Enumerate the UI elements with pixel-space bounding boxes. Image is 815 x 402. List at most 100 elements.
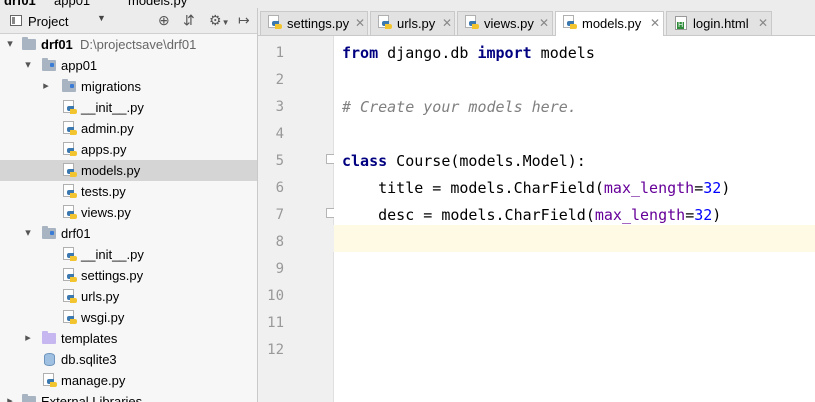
tree-item-label: models.py <box>81 163 141 178</box>
scroll-from-source-icon[interactable]: ⊕ <box>158 12 170 29</box>
library-icon <box>22 394 36 402</box>
python-file-icon <box>378 15 392 31</box>
tree-item-label: views.py <box>81 205 131 220</box>
python-file-icon <box>63 289 77 305</box>
tree-item-label: __init__.py <box>81 100 144 115</box>
project-panel: Project ▼ ⊕ ⇵ ⚙▼ ↦ ▾ drf01 D:\projectsav… <box>0 8 258 402</box>
line-number: 12 <box>267 342 284 358</box>
python-file-icon <box>63 268 77 284</box>
package-folder-icon <box>42 226 56 239</box>
line-number: 1 <box>275 45 284 61</box>
python-file-icon <box>63 100 77 116</box>
code-text: title = models.CharField( <box>342 179 604 197</box>
tree-item-label: migrations <box>81 79 141 94</box>
close-icon[interactable]: ✕ <box>539 16 549 30</box>
gear-icon[interactable]: ⚙▼ <box>209 12 229 29</box>
collapse-arrow-icon[interactable]: ▸ <box>41 79 51 92</box>
tree-item-label: templates <box>61 331 118 346</box>
close-icon[interactable]: ✕ <box>442 16 452 30</box>
parameter-name: max_length <box>603 179 695 197</box>
html-file-icon <box>675 16 687 30</box>
number-literal: 32 <box>703 179 722 197</box>
code-line-3[interactable]: # Create your models here. <box>342 98 577 116</box>
tab-settings-py[interactable]: settings.py ✕ <box>260 11 368 35</box>
python-file-icon <box>268 15 282 31</box>
python-file-icon <box>43 373 57 389</box>
line-number-gutter[interactable]: 1 2 3 4 5 6 7 8 9 10 11 12 <box>258 36 336 402</box>
tree-item-admin-py[interactable]: admin.py <box>0 118 257 139</box>
code-text: models <box>531 44 595 62</box>
tree-item-wsgi-py[interactable]: wsgi.py <box>0 307 257 328</box>
line-number: 5 <box>275 153 284 169</box>
code-line-6[interactable]: title = models.CharField(max_length=32) <box>342 179 730 197</box>
tree-item-external-libraries[interactable]: ▸ External Libraries <box>0 391 257 402</box>
tree-item-urls-py[interactable]: urls.py <box>0 286 257 307</box>
keyword: import <box>477 44 532 62</box>
tab-views-py[interactable]: views.py ✕ <box>457 11 553 35</box>
tree-item-app01[interactable]: ▾ app01 <box>0 55 257 76</box>
python-file-icon <box>63 163 77 179</box>
breadcrumb-project[interactable]: drf01 <box>4 0 36 8</box>
tree-item-manage-py[interactable]: manage.py <box>0 370 257 391</box>
close-icon[interactable]: ✕ <box>650 16 660 30</box>
code-text: Course(models.Model): <box>387 152 586 170</box>
tab-models-py[interactable]: models.py ✕ <box>555 11 664 36</box>
current-line-highlight <box>334 225 815 252</box>
python-file-icon <box>63 247 77 263</box>
tab-label: settings.py <box>287 16 350 31</box>
python-file-icon <box>63 310 77 326</box>
tree-item-drf01-package[interactable]: ▾ drf01 <box>0 223 257 244</box>
tree-item-label: db.sqlite3 <box>61 352 117 367</box>
code-line-5[interactable]: class Course(models.Model): <box>342 152 586 170</box>
project-panel-title[interactable]: Project <box>28 14 68 29</box>
tree-item-drf01-root[interactable]: ▾ drf01 D:\projectsave\drf01 <box>0 34 257 55</box>
line-number: 10 <box>267 288 284 304</box>
code-line-7[interactable]: desc = models.CharField(max_length=32) <box>342 206 721 224</box>
line-number: 8 <box>275 234 284 250</box>
tree-item-label: drf01 <box>41 37 73 52</box>
package-folder-icon <box>42 58 56 71</box>
keyword: class <box>342 152 388 170</box>
tab-label: models.py <box>582 16 642 31</box>
code-line-1[interactable]: from django.db import models <box>342 44 595 62</box>
database-icon <box>44 353 55 366</box>
hide-panel-icon[interactable]: ↦ <box>238 12 250 29</box>
line-number: 6 <box>275 180 284 196</box>
folder-icon <box>22 37 36 50</box>
expand-arrow-icon[interactable]: ▾ <box>5 37 15 50</box>
code-text: ) <box>712 206 722 224</box>
code-editor[interactable]: from django.db import models # Create yo… <box>334 36 815 402</box>
tree-item-db-sqlite3[interactable]: db.sqlite3 <box>0 349 257 370</box>
tree-item-migrations[interactable]: ▸ migrations <box>0 76 257 97</box>
tab-urls-py[interactable]: urls.py ✕ <box>370 11 455 35</box>
python-file-icon <box>563 15 577 31</box>
collapse-arrow-icon[interactable]: ▸ <box>23 331 33 344</box>
tree-item-apps-py[interactable]: apps.py <box>0 139 257 160</box>
tree-item-init-py[interactable]: __init__.py <box>0 97 257 118</box>
line-number: 11 <box>267 315 284 331</box>
tree-item-init-py[interactable]: __init__.py <box>0 244 257 265</box>
expand-arrow-icon[interactable]: ▾ <box>23 58 33 71</box>
code-text: = <box>694 179 704 197</box>
tree-item-label: admin.py <box>81 121 134 136</box>
chevron-down-icon[interactable]: ▼ <box>97 13 106 23</box>
breadcrumb-file[interactable]: models.py <box>128 0 187 8</box>
tree-item-label: drf01 <box>61 226 91 241</box>
collapse-arrow-icon[interactable]: ▸ <box>5 394 15 402</box>
tree-item-models-py[interactable]: models.py <box>0 160 257 181</box>
code-text: django.db <box>378 44 478 62</box>
collapse-all-icon[interactable]: ⇵ <box>183 12 195 29</box>
tree-item-views-py[interactable]: views.py <box>0 202 257 223</box>
expand-arrow-icon[interactable]: ▾ <box>23 226 33 239</box>
breadcrumb-app01[interactable]: app01 <box>54 0 90 8</box>
tree-item-label: manage.py <box>61 373 126 388</box>
tree-item-tests-py[interactable]: tests.py <box>0 181 257 202</box>
close-icon[interactable]: ✕ <box>355 16 365 30</box>
tab-login-html[interactable]: login.html ✕ <box>666 11 772 35</box>
python-file-icon <box>63 184 77 200</box>
tree-item-settings-py[interactable]: settings.py <box>0 265 257 286</box>
tree-item-templates[interactable]: ▸ templates <box>0 328 257 349</box>
close-icon[interactable]: ✕ <box>758 16 768 30</box>
line-number: 3 <box>275 99 284 115</box>
tree-item-label: wsgi.py <box>81 310 125 325</box>
